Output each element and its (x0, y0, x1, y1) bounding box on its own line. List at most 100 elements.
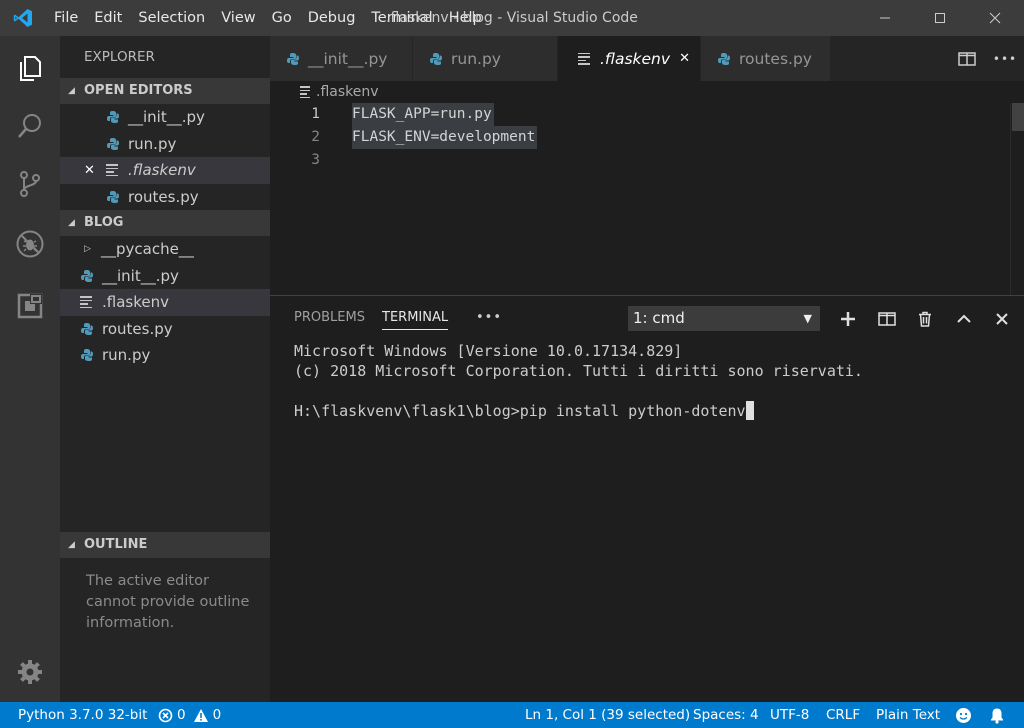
warning-count: 0 (212, 707, 222, 723)
menu-help[interactable]: Help (441, 0, 490, 36)
maximize-button[interactable] (917, 0, 963, 36)
split-editor-icon (958, 51, 976, 66)
line-number: 3 (311, 152, 320, 168)
file-label: routes.py (128, 187, 199, 206)
file-label: __init__.py (128, 108, 205, 127)
activity-source-control[interactable] (0, 156, 60, 212)
open-editor-item[interactable]: run.py (60, 131, 270, 158)
file-label: .flaskenv (102, 293, 169, 312)
maximize-panel-button[interactable] (951, 306, 977, 332)
python-interpreter[interactable]: Python 3.7.0 32-bit (18, 702, 147, 728)
blog-folder-label: BLOG (84, 215, 124, 230)
problems-indicator[interactable]: 0 0 (158, 702, 221, 728)
menu-terminal[interactable]: Terminal (363, 0, 440, 36)
tab-flaskenv[interactable]: .flaskenv ✕ (558, 36, 701, 81)
language-mode[interactable]: Plain Text (876, 702, 940, 728)
minimize-button[interactable] (862, 0, 908, 36)
menu-file[interactable]: File (46, 0, 86, 36)
more-actions-icon[interactable]: ••• (986, 36, 1024, 81)
menu-view[interactable]: View (213, 0, 263, 36)
tab-run-py[interactable]: run.py (413, 36, 558, 81)
blog-folder-header[interactable]: ◢ BLOG (60, 210, 270, 236)
menu-edit[interactable]: Edit (86, 0, 130, 36)
text-file-icon (578, 52, 592, 66)
code-editor[interactable]: 1 FLASK_APP=run.py 2 FLASK_ENV=developme… (270, 103, 1024, 295)
open-editor-item-active[interactable]: ✕ .flaskenv (60, 157, 270, 184)
tab-label: run.py (451, 49, 501, 68)
split-editor-button[interactable] (948, 36, 986, 81)
terminal-output[interactable]: Microsoft Windows [Versione 10.0.17134.8… (294, 341, 863, 421)
tree-folder-item[interactable]: ▷ __pycache__ (60, 236, 270, 263)
activity-debug[interactable] (0, 216, 60, 272)
editor-scrollbar[interactable] (1010, 103, 1024, 295)
code-line: 1 FLASK_APP=run.py (270, 103, 1024, 126)
file-label: run.py (102, 346, 151, 365)
dropdown-arrow-icon: ▼ (803, 312, 812, 325)
activity-search[interactable] (0, 98, 60, 154)
terminal-line: Microsoft Windows [Versione 10.0.17134.8… (294, 342, 683, 360)
code-text: FLASK_ENV=development (352, 126, 538, 149)
activity-explorer[interactable] (0, 40, 60, 96)
text-file-icon (300, 85, 314, 99)
indentation[interactable]: Spaces: 4 (693, 702, 759, 728)
outline-header[interactable]: ◢ OUTLINE (60, 532, 270, 558)
python-icon (287, 52, 299, 65)
tab-init-py[interactable]: __init__.py (270, 36, 413, 81)
tab-label: .flaskenv (600, 49, 671, 68)
cursor-position[interactable]: Ln 1, Col 1 (39 selected) (525, 702, 690, 728)
smiley-icon (956, 707, 971, 723)
python-icon (81, 349, 93, 362)
tree-file-item[interactable]: __init__.py (60, 263, 270, 290)
scrollbar-thumb[interactable] (1012, 103, 1024, 131)
menu-debug[interactable]: Debug (300, 0, 364, 36)
python-icon (81, 322, 93, 335)
open-editors-label: OPEN EDITORS (84, 83, 193, 98)
feedback-smiley-icon[interactable] (955, 702, 972, 728)
line-ending[interactable]: CRLF (826, 702, 860, 728)
python-icon (107, 137, 119, 150)
close-window-button[interactable] (972, 0, 1018, 36)
text-file-icon (106, 163, 120, 177)
tree-file-item[interactable]: routes.py (60, 316, 270, 343)
status-bar: Python 3.7.0 32-bit 0 0 Ln 1, Col 1 (39 … (0, 702, 1024, 728)
bell-icon (991, 708, 1003, 724)
close-panel-button[interactable] (989, 306, 1015, 332)
kill-terminal-button[interactable] (912, 306, 938, 332)
terminal-select[interactable]: 1: cmd ▼ (628, 306, 820, 331)
notifications-bell-icon[interactable] (989, 702, 1005, 728)
tab-label: __init__.py (308, 49, 388, 68)
tab-terminal[interactable]: TERMINAL (382, 310, 449, 330)
error-count: 0 (177, 707, 186, 723)
tree-file-item[interactable]: run.py (60, 342, 270, 369)
encoding[interactable]: UTF-8 (770, 702, 809, 728)
code-line: 2 FLASK_ENV=development (270, 126, 1024, 149)
tab-routes-py[interactable]: routes.py (701, 36, 831, 81)
file-label: run.py (128, 134, 177, 153)
editor-actions: ••• (948, 36, 1024, 81)
minimize-icon (880, 17, 890, 19)
split-terminal-button[interactable] (874, 306, 900, 332)
open-editor-item[interactable]: __init__.py (60, 104, 270, 131)
tree-file-item-active[interactable]: .flaskenv (60, 289, 270, 316)
chevron-right-icon: ▷ (84, 244, 91, 255)
split-terminal-icon (878, 312, 896, 326)
breadcrumb-file[interactable]: .flaskenv (316, 84, 379, 100)
file-label: __init__.py (102, 266, 179, 285)
settings-gear-icon (18, 660, 42, 684)
breadcrumb[interactable]: .flaskenv (270, 81, 1024, 103)
python-icon (718, 52, 730, 65)
open-editors-header[interactable]: ◢ OPEN EDITORS (60, 78, 270, 104)
tab-close-icon[interactable]: ✕ (679, 51, 690, 66)
menu-go[interactable]: Go (264, 0, 300, 36)
tab-problems[interactable]: PROBLEMS (294, 310, 365, 330)
activity-settings[interactable] (0, 644, 60, 700)
close-editor-icon[interactable]: ✕ (84, 163, 106, 178)
vscode-logo-icon (0, 0, 46, 36)
open-editor-item[interactable]: routes.py (60, 184, 270, 211)
panel-more-icon[interactable]: ••• (476, 310, 502, 330)
chevron-down-icon: ◢ (68, 218, 75, 228)
menu-selection[interactable]: Selection (130, 0, 213, 36)
new-terminal-button[interactable] (835, 306, 861, 332)
activity-extensions[interactable] (0, 278, 60, 334)
